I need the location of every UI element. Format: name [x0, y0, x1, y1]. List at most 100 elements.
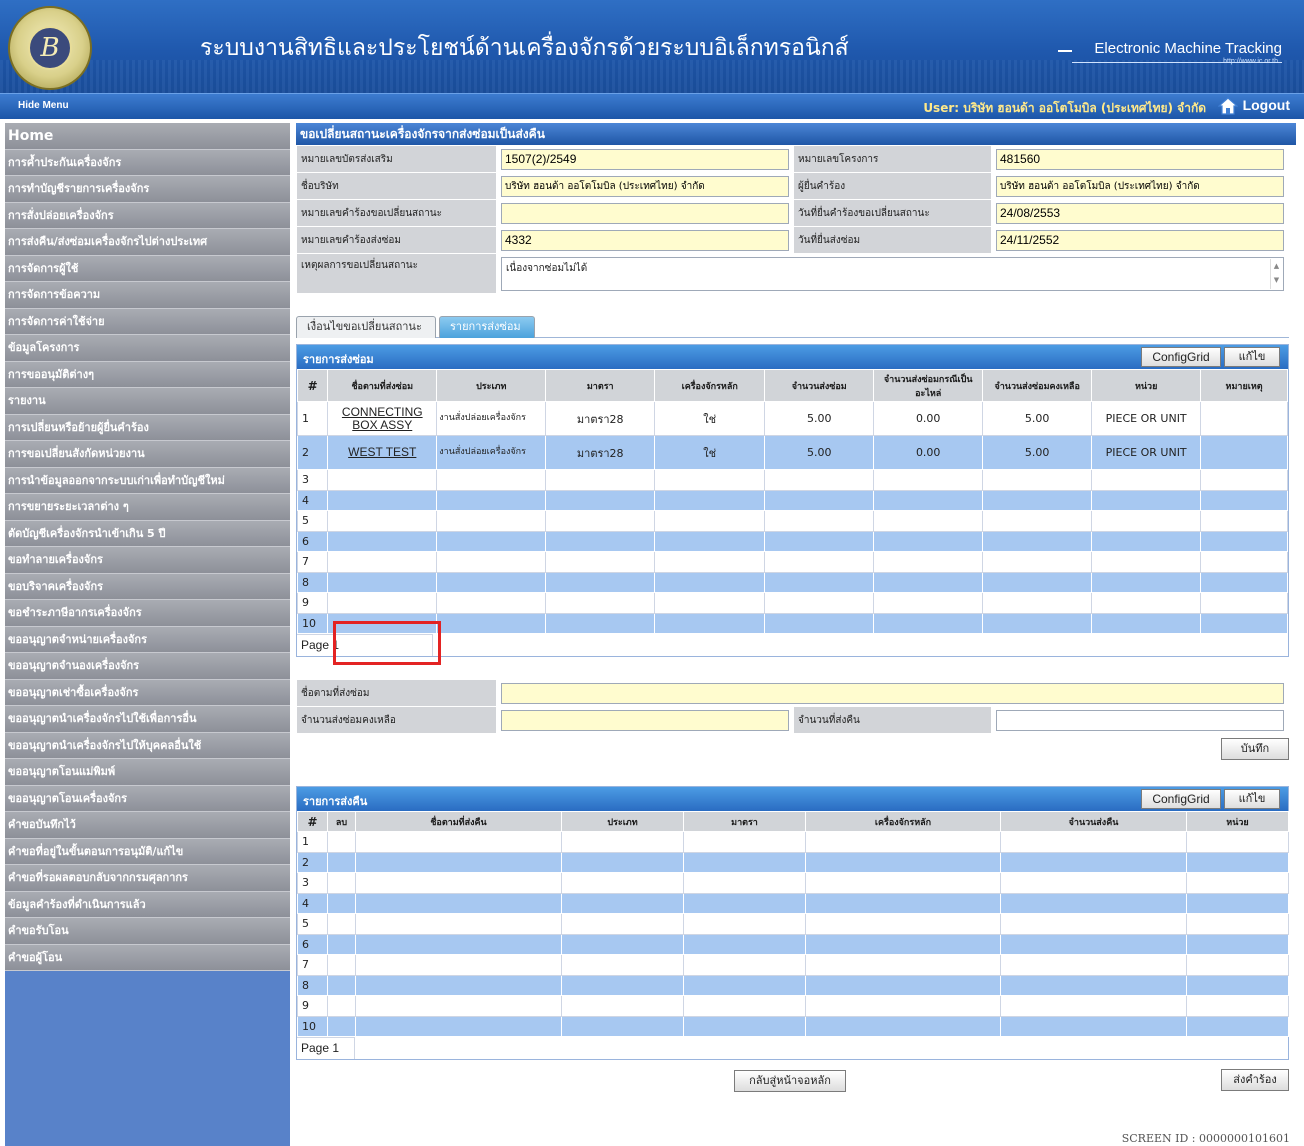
sidebar-item[interactable]: คำขอที่อยู่ในขั้นตอนการอนุมัติ/แก้ไข	[5, 838, 290, 865]
return-col-header[interactable]: หน่วย	[1186, 811, 1289, 832]
sidebar-item[interactable]: ขอบริจาคเครื่องจักร	[5, 573, 290, 600]
sidebar-item[interactable]: ตัดบัญชีเครื่องจักรนำเข้าเกิน 5 ปี	[5, 520, 290, 547]
repair-item-name-link[interactable]: CONNECTING BOX ASSY	[328, 405, 436, 432]
sidebar-item[interactable]: การจัดการข้อความ	[5, 282, 290, 309]
repair-date-field[interactable]	[996, 229, 1284, 251]
table-row[interactable]: 4	[296, 489, 1288, 511]
table-row[interactable]: 1 CONNECTING BOX ASSY งานสั่งปล่อยเครื่องจ…	[296, 401, 1288, 436]
sidebar-item[interactable]: ขออนุญาตโอนเครื่องจักร	[5, 785, 290, 812]
repair-col-header[interactable]: ชื่อตามที่ส่งซ่อม	[327, 369, 438, 402]
detail-name-field[interactable]	[501, 682, 1284, 704]
return-col-header[interactable]: ชื่อตามที่ส่งคืน	[355, 811, 562, 832]
repair-col-header[interactable]: มาตรา	[545, 369, 656, 402]
repair-col-header[interactable]: ประเภท	[436, 369, 547, 402]
tab-repair-list[interactable]: รายการส่งซ่อม	[439, 316, 535, 338]
return-col-header[interactable]: เครื่องจักรหลัก	[805, 811, 1001, 832]
sidebar-item[interactable]: การจัดการผู้ใช้	[5, 255, 290, 282]
sidebar-item[interactable]: การค้ำประกันเครื่องจักร	[5, 149, 290, 176]
sidebar-item-home[interactable]: Home	[5, 123, 290, 150]
table-row[interactable]: 4	[297, 892, 1289, 914]
sidebar-item[interactable]: ขออนุญาตจำนองเครื่องจักร	[5, 653, 290, 680]
sidebar-item[interactable]: การส่งคืน/ส่งซ่อมเครื่องจักรไปต่างประเทศ	[5, 229, 290, 256]
table-row[interactable]: 8	[297, 974, 1289, 996]
config-grid-button[interactable]: ConfigGrid	[1141, 347, 1221, 367]
sidebar-item[interactable]: ขออนุญาตนำเครื่องจักรไปใช้เพื่อการอื่น	[5, 706, 290, 733]
sidebar-item[interactable]: ข้อมูลคำร้องที่ดำเนินการแล้ว	[5, 891, 290, 918]
table-row[interactable]: 3	[296, 469, 1288, 491]
company-field[interactable]	[501, 175, 789, 197]
table-row[interactable]: 3	[297, 872, 1289, 894]
change-req-no-field[interactable]	[501, 202, 789, 224]
table-row[interactable]: 1	[297, 831, 1289, 853]
promo-card-field[interactable]	[501, 148, 789, 170]
sidebar-item[interactable]: ขออนุญาตนำเครื่องจักรไปให้บุคคลอื่นใช้	[5, 732, 290, 759]
applicant-field[interactable]	[996, 175, 1284, 197]
return-col-header[interactable]: ลบ	[327, 811, 356, 832]
empty-cell	[1000, 1015, 1187, 1037]
row-number: 1	[297, 831, 328, 853]
sidebar-item[interactable]: คำขอบันทึกไว้	[5, 812, 290, 839]
project-no-field[interactable]	[996, 148, 1284, 170]
table-row[interactable]: 2 WEST TEST งานสั่งปล่อยเครื่องจักร มาตรา28…	[296, 435, 1288, 470]
hide-menu-link[interactable]: Hide Menu	[18, 100, 69, 111]
sidebar-item[interactable]: การจัดการค่าใช้จ่าย	[5, 308, 290, 335]
detail-return-field[interactable]	[996, 709, 1284, 731]
sidebar-item[interactable]: ขออนุญาตโอนแม่พิมพ์	[5, 759, 290, 786]
sidebar-item[interactable]: คำขอที่รอผลตอบกลับจากกรมศุลกากร	[5, 865, 290, 892]
repair-col-header[interactable]: หมายเหตุ	[1200, 369, 1288, 402]
home-icon[interactable]	[1218, 97, 1238, 115]
table-row[interactable]: 7	[297, 954, 1289, 976]
repair-item-name-link[interactable]: WEST TEST	[348, 446, 416, 459]
tab-change-conditions[interactable]: เงื่อนไขขอเปลี่ยนสถานะ	[296, 316, 436, 338]
repair-col-header[interactable]: จำนวนส่งซ่อมกรณีเป็นอะไหล่	[873, 369, 984, 402]
repair-col-header[interactable]: เครื่องจักรหลัก	[654, 369, 766, 402]
repair-col-header[interactable]: หน่วย	[1091, 369, 1202, 402]
sidebar-item[interactable]: ขออนุญาตจำหน่ายเครื่องจักร	[5, 626, 290, 653]
detail-remain-field[interactable]	[501, 709, 789, 731]
sidebar-item[interactable]: รายงาน	[5, 388, 290, 415]
save-button[interactable]: บันทึก	[1221, 738, 1289, 760]
sidebar-item[interactable]: ขอชำระภาษีอากรเครื่องจักร	[5, 600, 290, 627]
table-row[interactable]: 5	[297, 913, 1289, 935]
return-col-header[interactable]: #	[297, 811, 328, 832]
sidebar-item[interactable]: การขออนุมัติต่างๆ	[5, 361, 290, 388]
sidebar-item[interactable]: การนำข้อมูลออกจากระบบเก่าเพื่อทำบัญชีใหม…	[5, 467, 290, 494]
textarea-scrollbar[interactable]: ▲ ▼	[1270, 258, 1282, 289]
repair-col-header[interactable]: จำนวนส่งซ่อม	[764, 369, 875, 402]
sidebar-item[interactable]: การทำบัญชีรายการเครื่องจักร	[5, 176, 290, 203]
table-row[interactable]: 6	[297, 933, 1289, 955]
sidebar-item[interactable]: การสั่งปล่อยเครื่องจักร	[5, 202, 290, 229]
back-to-main-button[interactable]: กลับสู่หน้าจอหลัก	[734, 1070, 846, 1092]
table-row[interactable]: 10	[296, 612, 1288, 634]
return-config-grid-button[interactable]: ConfigGrid	[1141, 789, 1221, 809]
return-grid-pager[interactable]: Page 1	[297, 1037, 355, 1059]
table-row[interactable]: 10	[297, 1015, 1289, 1037]
sidebar-item[interactable]: ข้อมูลโครงการ	[5, 335, 290, 362]
table-row[interactable]: 9	[297, 995, 1289, 1017]
change-req-date-field[interactable]	[996, 202, 1284, 224]
repair-col-header[interactable]: จำนวนส่งซ่อมคงเหลือ	[982, 369, 1093, 402]
table-row[interactable]: 9	[296, 592, 1288, 614]
table-row[interactable]: 6	[296, 530, 1288, 552]
submit-request-button[interactable]: ส่งคำร้อง	[1221, 1069, 1289, 1091]
sidebar-item[interactable]: การเปลี่ยนหรือย้ายผู้ยื่นคำร้อง	[5, 414, 290, 441]
table-row[interactable]: 2	[297, 851, 1289, 873]
sidebar-item[interactable]: การขอเปลี่ยนสังกัดหน่วยงาน	[5, 441, 290, 468]
repair-col-header[interactable]: #	[296, 369, 329, 402]
sidebar-item[interactable]: ขออนุญาตเช่าซื้อเครื่องจักร	[5, 679, 290, 706]
sidebar-item[interactable]: คำขอผู้โอน	[5, 944, 290, 971]
table-row[interactable]: 7	[296, 551, 1288, 573]
repair-req-no-field[interactable]	[501, 229, 789, 251]
sidebar-item[interactable]: การขยายระยะเวลาต่าง ๆ	[5, 494, 290, 521]
return-col-header[interactable]: ประเภท	[561, 811, 684, 832]
sidebar-item[interactable]: ขอทำลายเครื่องจักร	[5, 547, 290, 574]
sidebar-item[interactable]: คำขอรับโอน	[5, 918, 290, 945]
table-row[interactable]: 5	[296, 510, 1288, 532]
return-col-header[interactable]: จำนวนส่งคืน	[1000, 811, 1187, 832]
table-row[interactable]: 8	[296, 571, 1288, 593]
return-col-header[interactable]: มาตรา	[683, 811, 806, 832]
return-edit-button[interactable]: แก้ไข	[1224, 789, 1280, 809]
logout-link[interactable]: Logout	[1243, 97, 1290, 113]
edit-button[interactable]: แก้ไข	[1224, 347, 1280, 367]
reason-textarea[interactable]: เนื่องจากซ่อมไม่ได้ ▲ ▼	[501, 256, 1284, 291]
